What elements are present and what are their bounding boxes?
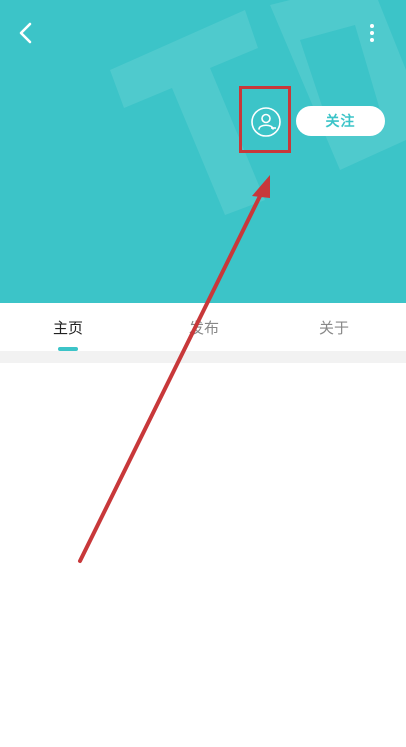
tab-publish[interactable]: 发布 xyxy=(164,303,244,351)
back-button[interactable] xyxy=(14,18,40,48)
follow-button[interactable]: 关注 xyxy=(296,106,385,136)
watermark-logo xyxy=(110,0,406,215)
profile-header: 关注 xyxy=(0,0,406,303)
profile-tabs: 主页 发布 关于 xyxy=(0,303,406,351)
chevron-left-icon xyxy=(19,22,32,44)
more-button[interactable] xyxy=(362,20,382,46)
section-divider xyxy=(0,351,406,363)
tab-home[interactable]: 主页 xyxy=(28,303,108,351)
vertical-dots-icon xyxy=(370,24,374,42)
tab-about[interactable]: 关于 xyxy=(294,303,374,351)
highlight-box xyxy=(239,86,291,153)
